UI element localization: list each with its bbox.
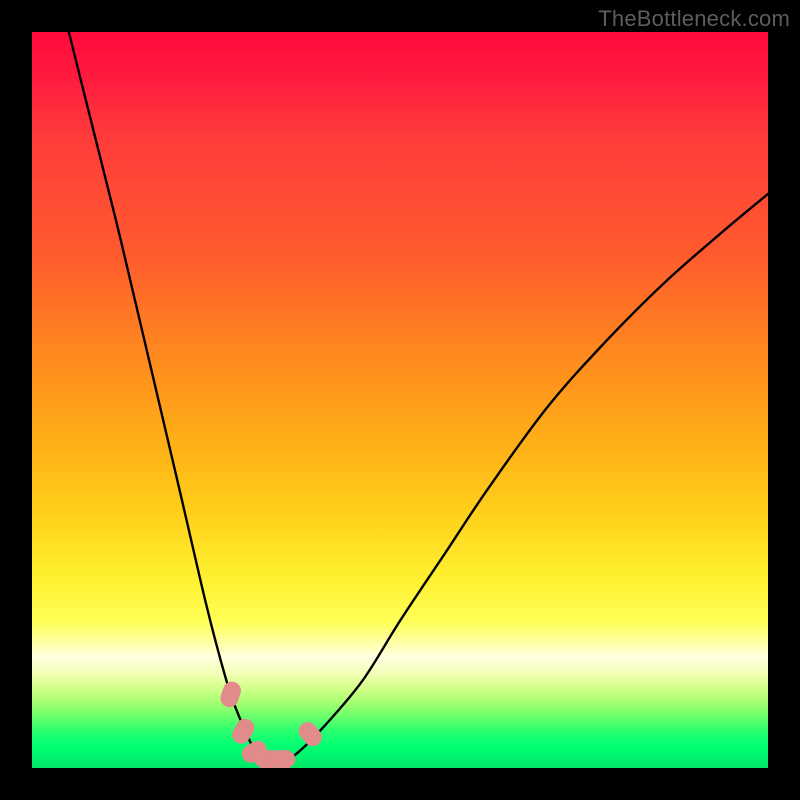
- plot-area: [32, 32, 768, 768]
- fit-marker: [218, 679, 243, 709]
- fit-marker: [269, 750, 295, 768]
- watermark-text: TheBottleneck.com: [598, 6, 790, 32]
- fit-marker: [295, 718, 326, 749]
- chart-frame: TheBottleneck.com: [0, 0, 800, 800]
- marker-layer: [32, 32, 768, 768]
